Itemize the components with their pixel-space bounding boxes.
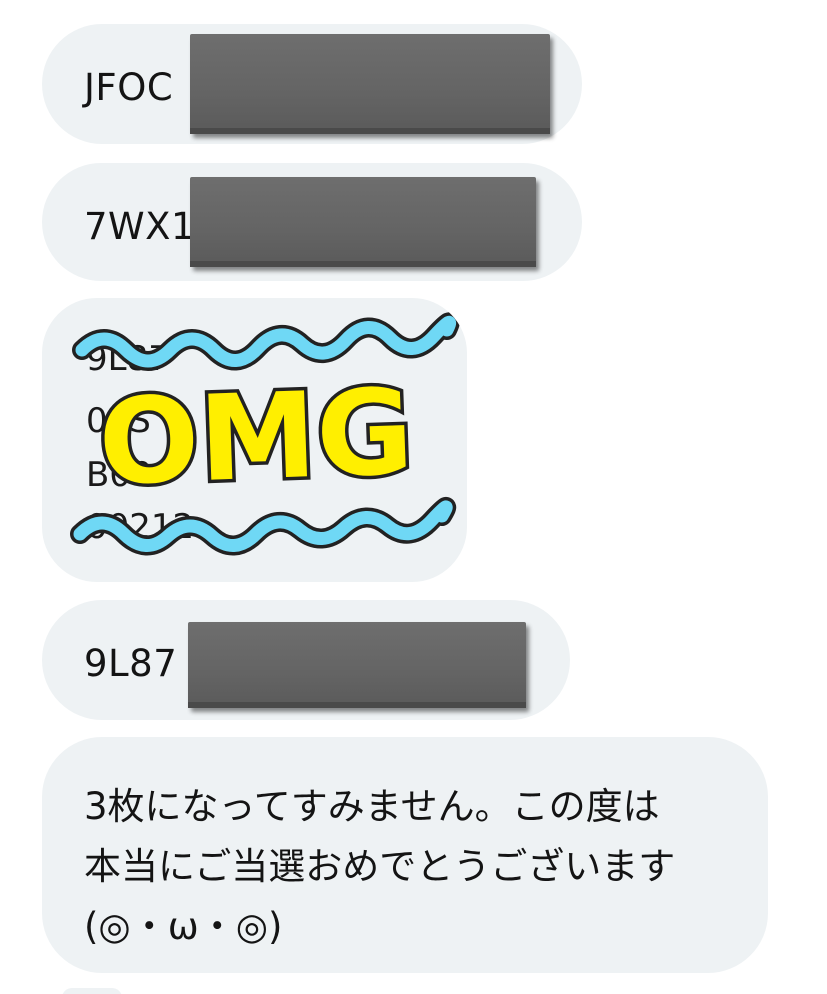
omg-sticker: OMG [70, 312, 460, 556]
redaction-bar [188, 622, 526, 708]
code-prefix: JFOC [84, 66, 174, 109]
message-line: 3枚になってすみません。この度は [84, 785, 660, 828]
next-message-bubble-partial[interactable] [62, 988, 122, 994]
chat-conversation: JFOC 7WX1 9L87 01S B00 00212 OMG 9L87 3枚… [0, 0, 827, 994]
omg-label: OMG [96, 363, 415, 512]
message-text: 3枚になってすみません。この度は 本当にご当選おめでとうございます (◎・ω・◎… [84, 777, 744, 957]
message-bubble-code-1[interactable]: JFOC [42, 24, 582, 144]
message-bubble-code-3-covered[interactable]: 9L87 01S B00 00212 OMG [42, 298, 467, 582]
code-prefix: 7WX1 [84, 205, 196, 248]
message-line: (◎・ω・◎) [84, 905, 283, 948]
message-bubble-code-4[interactable]: 9L87 [42, 600, 570, 720]
redaction-bar [190, 177, 536, 267]
message-line: 本当にご当選おめでとうございます [84, 845, 676, 888]
top-wave [75, 315, 456, 368]
message-bubble-apology[interactable]: 3枚になってすみません。この度は 本当にご当選おめでとうございます (◎・ω・◎… [42, 737, 768, 973]
message-bubble-code-2[interactable]: 7WX1 [42, 163, 582, 281]
code-prefix: 9L87 [84, 642, 178, 685]
redaction-bar [190, 34, 550, 134]
